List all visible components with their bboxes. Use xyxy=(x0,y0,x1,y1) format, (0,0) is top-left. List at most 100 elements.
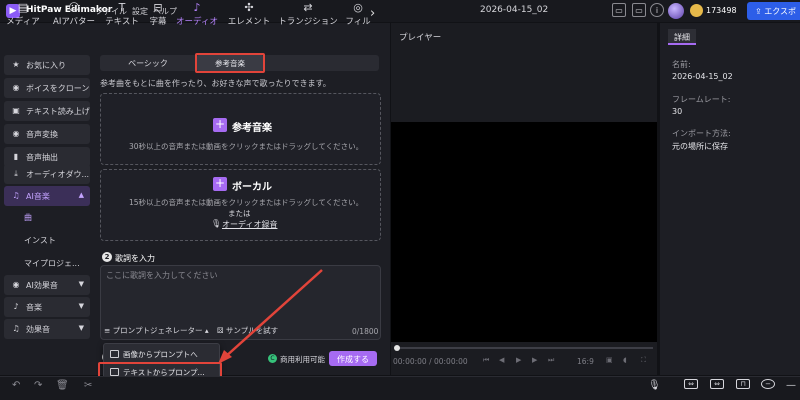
sidebar-item-label: 音声変換 xyxy=(26,130,58,139)
dice-icon: ⚄ xyxy=(217,326,226,335)
sidebar-sub-song[interactable]: 曲 xyxy=(24,212,32,223)
tab-details[interactable]: 詳細 xyxy=(668,29,696,45)
generator-icon: ≡ xyxy=(104,326,113,335)
prompt-generator-button[interactable]: ≡ プロンプトジェネレーター ▴ xyxy=(104,325,212,337)
info-icon[interactable]: i xyxy=(650,3,664,17)
coin-icon xyxy=(690,4,703,17)
sidebar-item-music[interactable]: ♪ 音楽 ▼ xyxy=(4,297,90,317)
tts-icon: ▣ xyxy=(12,106,20,115)
music-note-icon: ♪ xyxy=(193,1,201,14)
subtitle-icon: ⊟ xyxy=(153,1,163,14)
prompt-generator-label: プロンプトジェネレーター xyxy=(112,326,203,335)
undo-icon[interactable]: ↶ xyxy=(12,380,20,391)
sidebar-item-label: AI効果音 xyxy=(26,281,58,290)
delete-icon[interactable]: 🗑 xyxy=(56,380,69,391)
sidebar-item-ai-sfx[interactable]: ◉ AI効果音 ▼ xyxy=(4,275,90,295)
split-icon[interactable]: ✂ xyxy=(84,380,92,391)
link-break-icon[interactable]: ⇔ xyxy=(710,379,724,389)
microphone-icon: 🎙 xyxy=(211,219,222,228)
menu-item-label: 画像からプロンプトへ xyxy=(123,350,198,359)
coin-count: 173498 xyxy=(706,6,737,15)
framerate-label: フレームレート: xyxy=(672,95,731,104)
tab-audio[interactable]: ♪ オーディオ xyxy=(176,0,218,28)
next-frame-icon[interactable]: ⏭ xyxy=(548,356,554,365)
tab-transition[interactable]: ⇄ トランジション xyxy=(278,0,338,28)
highlight-box-reference xyxy=(195,53,265,73)
link-icon[interactable]: ⇔ xyxy=(684,379,698,389)
sidebar-item-sfx[interactable]: ♫ 効果音 ▼ xyxy=(4,319,90,339)
sidebar-item-label: 音楽 xyxy=(26,303,42,312)
try-sample-label: サンプルを試す xyxy=(225,326,279,335)
sidebar-item-label: 音声抽出 xyxy=(26,153,58,162)
voice-change-icon: ◉ xyxy=(12,129,20,138)
commercial-label: 商用利用可能 xyxy=(280,355,325,364)
sidebar-item-favorites[interactable]: ★ お気に入り xyxy=(4,55,90,75)
filter-icon: ◎ xyxy=(353,1,363,14)
tab-subtitle[interactable]: ⊟ 字幕 xyxy=(146,0,170,28)
tab-media[interactable]: ▤ メディア xyxy=(4,0,42,28)
sidebar-item-label: AI音楽 xyxy=(26,192,50,201)
zoom-slider-icon[interactable]: — xyxy=(786,380,796,391)
sidebar-item-audio-download[interactable]: ⤓ オーディオダウ... xyxy=(4,164,90,184)
vocal-title: ボーカル xyxy=(232,182,272,193)
sidebar-item-tts[interactable]: ▣ テキスト読み上げ xyxy=(4,101,90,121)
audio-record-link[interactable]: オーディオ録音 xyxy=(222,219,277,230)
segment-basic[interactable]: ベーシック xyxy=(100,55,196,71)
char-count: 0/1800 xyxy=(352,327,379,336)
chevron-down-icon: ▼ xyxy=(78,302,84,310)
previous-frame-icon[interactable]: ⏮ xyxy=(483,356,489,365)
folder-icon: ▤ xyxy=(17,1,29,14)
chevron-down-icon: ▼ xyxy=(78,280,84,288)
microphone-icon[interactable]: 🎙 xyxy=(648,380,661,391)
playhead-handle[interactable] xyxy=(394,345,400,351)
lyrics-input[interactable] xyxy=(106,269,376,281)
step-forward-icon[interactable]: ▶ xyxy=(532,356,537,364)
description: 参考曲をもとに曲を作ったり、お好きな声で歌ったりできます。 xyxy=(100,79,331,88)
step-number: 2 xyxy=(102,252,112,262)
tab-label: AIアバター xyxy=(53,17,95,27)
text-icon: T xyxy=(118,1,126,14)
tab-label: オーディオ xyxy=(176,17,218,27)
sidebar-sub-instrumental[interactable]: インスト xyxy=(24,235,56,246)
or-label: または xyxy=(228,209,251,218)
playback-scrubber[interactable] xyxy=(395,347,653,349)
plus-icon: + xyxy=(213,117,227,132)
display-icon[interactable]: ▭ xyxy=(632,3,646,17)
element-icon: ✣ xyxy=(244,1,254,14)
name-value: 2026-04-15_02 xyxy=(672,72,733,81)
volume-icon[interactable]: ◖ xyxy=(623,356,627,364)
tab-element[interactable]: ✣ エレメント xyxy=(226,0,272,28)
import-label: インポート方法: xyxy=(672,129,731,138)
avatar[interactable] xyxy=(668,3,684,19)
sidebar-sub-my-projects[interactable]: マイプロジェ... xyxy=(24,258,80,269)
avatar-icon: ☺ xyxy=(68,1,80,14)
sidebar-item-ai-music[interactable]: ♫ AI音楽 ▲ xyxy=(4,186,90,206)
sidebar-item-voice-clone[interactable]: ◉ ボイスをクローン xyxy=(4,78,90,98)
try-sample-button[interactable]: ⚄ サンプルを試す xyxy=(217,325,287,337)
sidebar-item-voice-change[interactable]: ◉ 音声変換 xyxy=(4,124,90,144)
extract-icon: ▮ xyxy=(13,152,19,161)
aspect-ratio[interactable]: 16:9 xyxy=(577,357,594,366)
tab-filter[interactable]: ◎ フィル xyxy=(344,0,372,28)
name-label: 名前: xyxy=(672,60,691,69)
snapshot-icon[interactable]: ▣ xyxy=(606,356,613,364)
magnet-icon[interactable]: ⊓ xyxy=(736,379,750,389)
time-readout: 00:00:00 / 00:00:00 xyxy=(393,357,468,366)
chevron-right-icon[interactable]: › xyxy=(370,6,375,21)
music-icon: ♪ xyxy=(13,302,19,311)
fullscreen-icon[interactable]: ⛶ xyxy=(641,356,646,365)
subtitle-box-icon[interactable]: ▭ xyxy=(612,3,626,17)
zoom-out-icon[interactable]: − xyxy=(761,379,775,389)
play-icon[interactable]: ▶ xyxy=(516,356,521,364)
menu-item-image-to-prompt[interactable]: 画像からプロンプトへ xyxy=(110,349,198,360)
redo-icon[interactable]: ↷ xyxy=(34,380,42,391)
tab-ai-avatar[interactable]: ☺ AIアバター xyxy=(48,0,100,28)
create-button[interactable]: 作成する xyxy=(329,351,377,366)
download-icon: ⤓ xyxy=(14,169,18,178)
step-back-icon[interactable]: ◀ xyxy=(499,356,504,364)
sidebar-item-label: テキスト読み上げ xyxy=(26,107,90,116)
vocal-subtitle: 15秒以上の音声または動画をクリックまたはドラッグしてください。 xyxy=(129,198,364,207)
tab-text[interactable]: T テキスト xyxy=(104,0,140,28)
transition-icon: ⇄ xyxy=(303,1,313,14)
export-button[interactable]: ⇪ エクスポ xyxy=(747,2,800,20)
